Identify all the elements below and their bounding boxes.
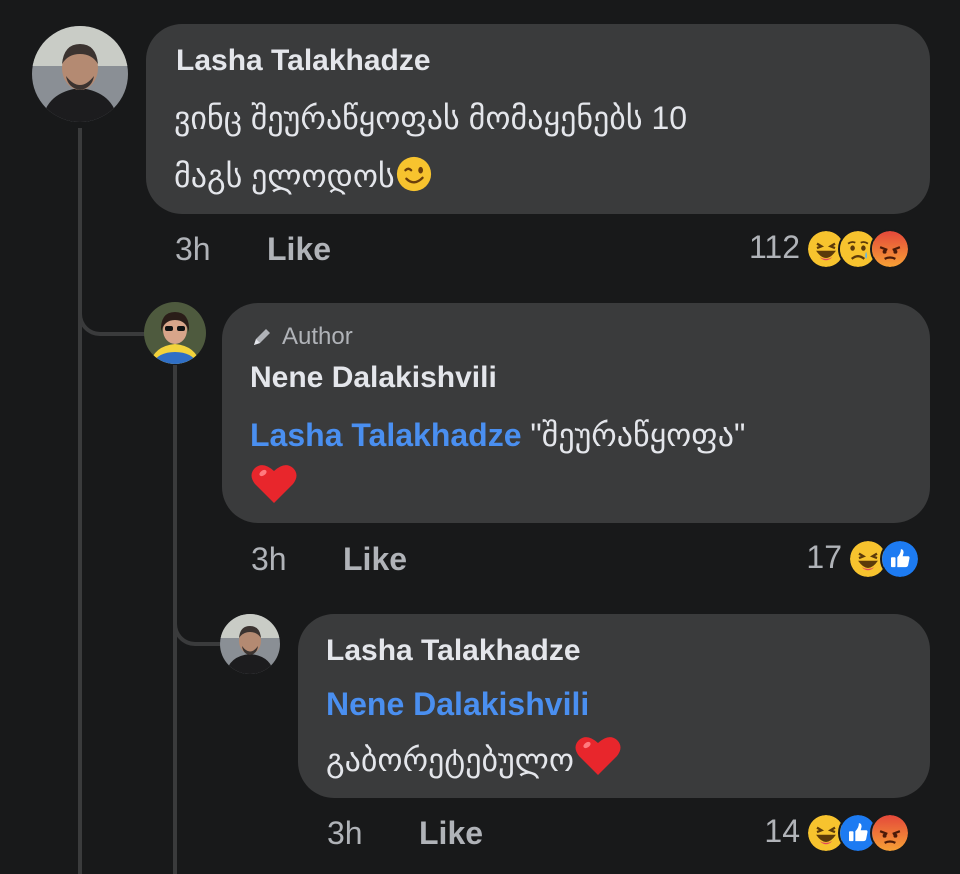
comment-text-2: მაგს ელოდოს [174,158,395,194]
comment-text-line2: მაგს ელოდოს [174,146,433,206]
avatar[interactable] [220,614,280,674]
reply-text-line: Lasha Talakhadze "შეურაწყოფა" [250,405,745,465]
thread-line-main [78,128,82,874]
reply-time[interactable]: 3h [251,541,287,578]
author-badge: Author [250,323,353,351]
reply-reactions[interactable] [806,813,910,853]
reply-author-name[interactable]: Nene Dalakishvili [250,361,497,395]
reply-text-line: გაბორეტებულო [326,730,622,790]
reply-text: გაბორეტებულო [326,742,574,778]
comment-time[interactable]: 3h [175,231,211,268]
pencil-icon [250,325,274,349]
reply-reaction-count[interactable]: 17 [750,539,842,576]
mention-link[interactable]: Nene Dalakishvili [326,686,589,722]
wink-emoji-icon [395,155,433,193]
like-icon [880,539,920,579]
reply-reaction-count[interactable]: 14 [700,813,800,850]
reply-author-name[interactable]: Lasha Talakhadze [326,634,581,668]
comment-like-button[interactable]: Like [267,231,331,268]
author-badge-label: Author [282,323,353,350]
reply-like-button[interactable]: Like [419,815,483,852]
reply-connector-2 [173,580,221,646]
heart-emoji-icon [250,461,298,505]
reply-emoji-line [250,458,298,518]
angry-icon [870,229,910,269]
reply-reactions[interactable] [848,539,920,579]
comment-text-line1: ვინც შეურაწყოფას მომაყენებს 10 [174,88,687,148]
reply-time[interactable]: 3h [327,815,363,852]
comment-reaction-count[interactable]: 112 [700,229,800,266]
comment-reactions[interactable] [806,229,910,269]
reply-like-button[interactable]: Like [343,541,407,578]
comment-text: ვინც შეურაწყოფას მომაყენებს 10 [174,100,688,136]
heart-emoji-icon [574,733,622,777]
avatar[interactable] [32,26,128,122]
mention-link[interactable]: Lasha Talakhadze [250,417,522,453]
avatar[interactable] [144,302,206,364]
reply-text: "შეურაწყოფა" [521,417,746,453]
comment-author-name[interactable]: Lasha Talakhadze [176,44,431,78]
reply-mention-line: Nene Dalakishvili [326,674,589,734]
reply-connector-1 [78,260,146,336]
angry-icon [870,813,910,853]
